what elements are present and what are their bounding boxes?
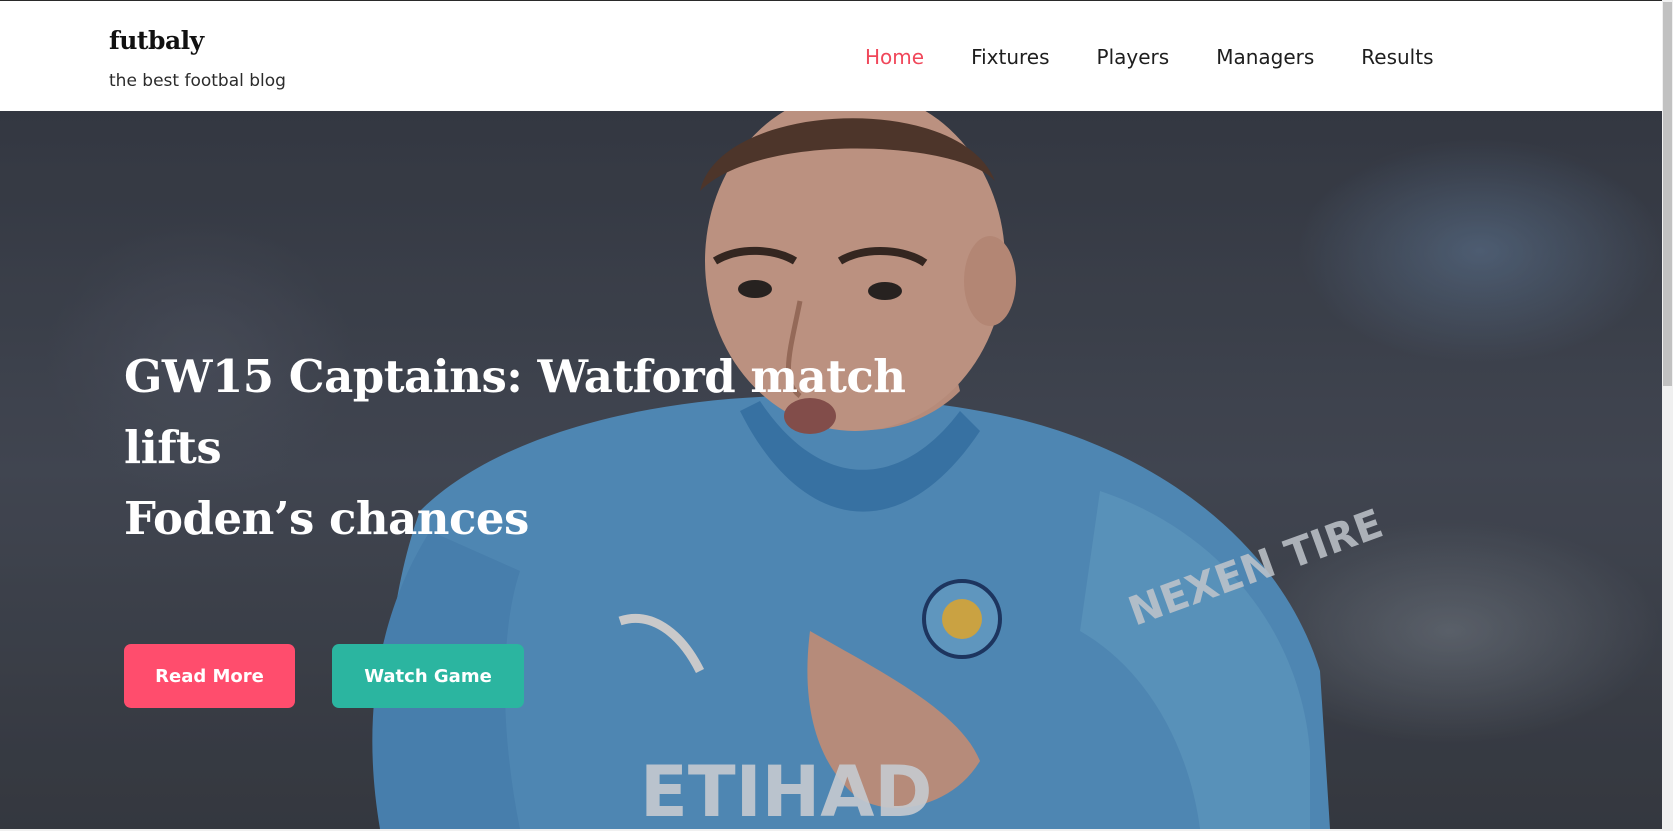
nav-item-results[interactable]: Results (1361, 45, 1433, 69)
page-scrollbar-thumb[interactable] (1663, 2, 1672, 386)
main-nav: Home Fixtures Players Managers Results (865, 45, 1481, 69)
nav-item-managers[interactable]: Managers (1216, 45, 1314, 69)
hero-banner: NEXEN TIRE ETIHAD GW15 Captains: Watford… (0, 111, 1662, 829)
hero-headline[interactable]: GW15 Captains: Watford match lifts Foden… (124, 341, 984, 554)
nav-item-players[interactable]: Players (1097, 45, 1170, 69)
watch-game-button[interactable]: Watch Game (332, 644, 524, 708)
nav-item-fixtures[interactable]: Fixtures (971, 45, 1049, 69)
hero-headline-line2: Foden’s chances (124, 492, 529, 545)
hero-buttons: Read More Watch Game (124, 644, 524, 708)
hero-headline-line1: GW15 Captains: Watford match lifts (124, 350, 906, 474)
hero-content: GW15 Captains: Watford match lifts Foden… (124, 341, 984, 708)
site-header: futbaly the best footbal blog Home Fixtu… (0, 1, 1662, 111)
site-tagline: the best footbal blog (109, 71, 286, 91)
nav-item-home[interactable]: Home (865, 45, 924, 69)
read-more-button[interactable]: Read More (124, 644, 295, 708)
site-title[interactable]: futbaly (109, 26, 204, 55)
